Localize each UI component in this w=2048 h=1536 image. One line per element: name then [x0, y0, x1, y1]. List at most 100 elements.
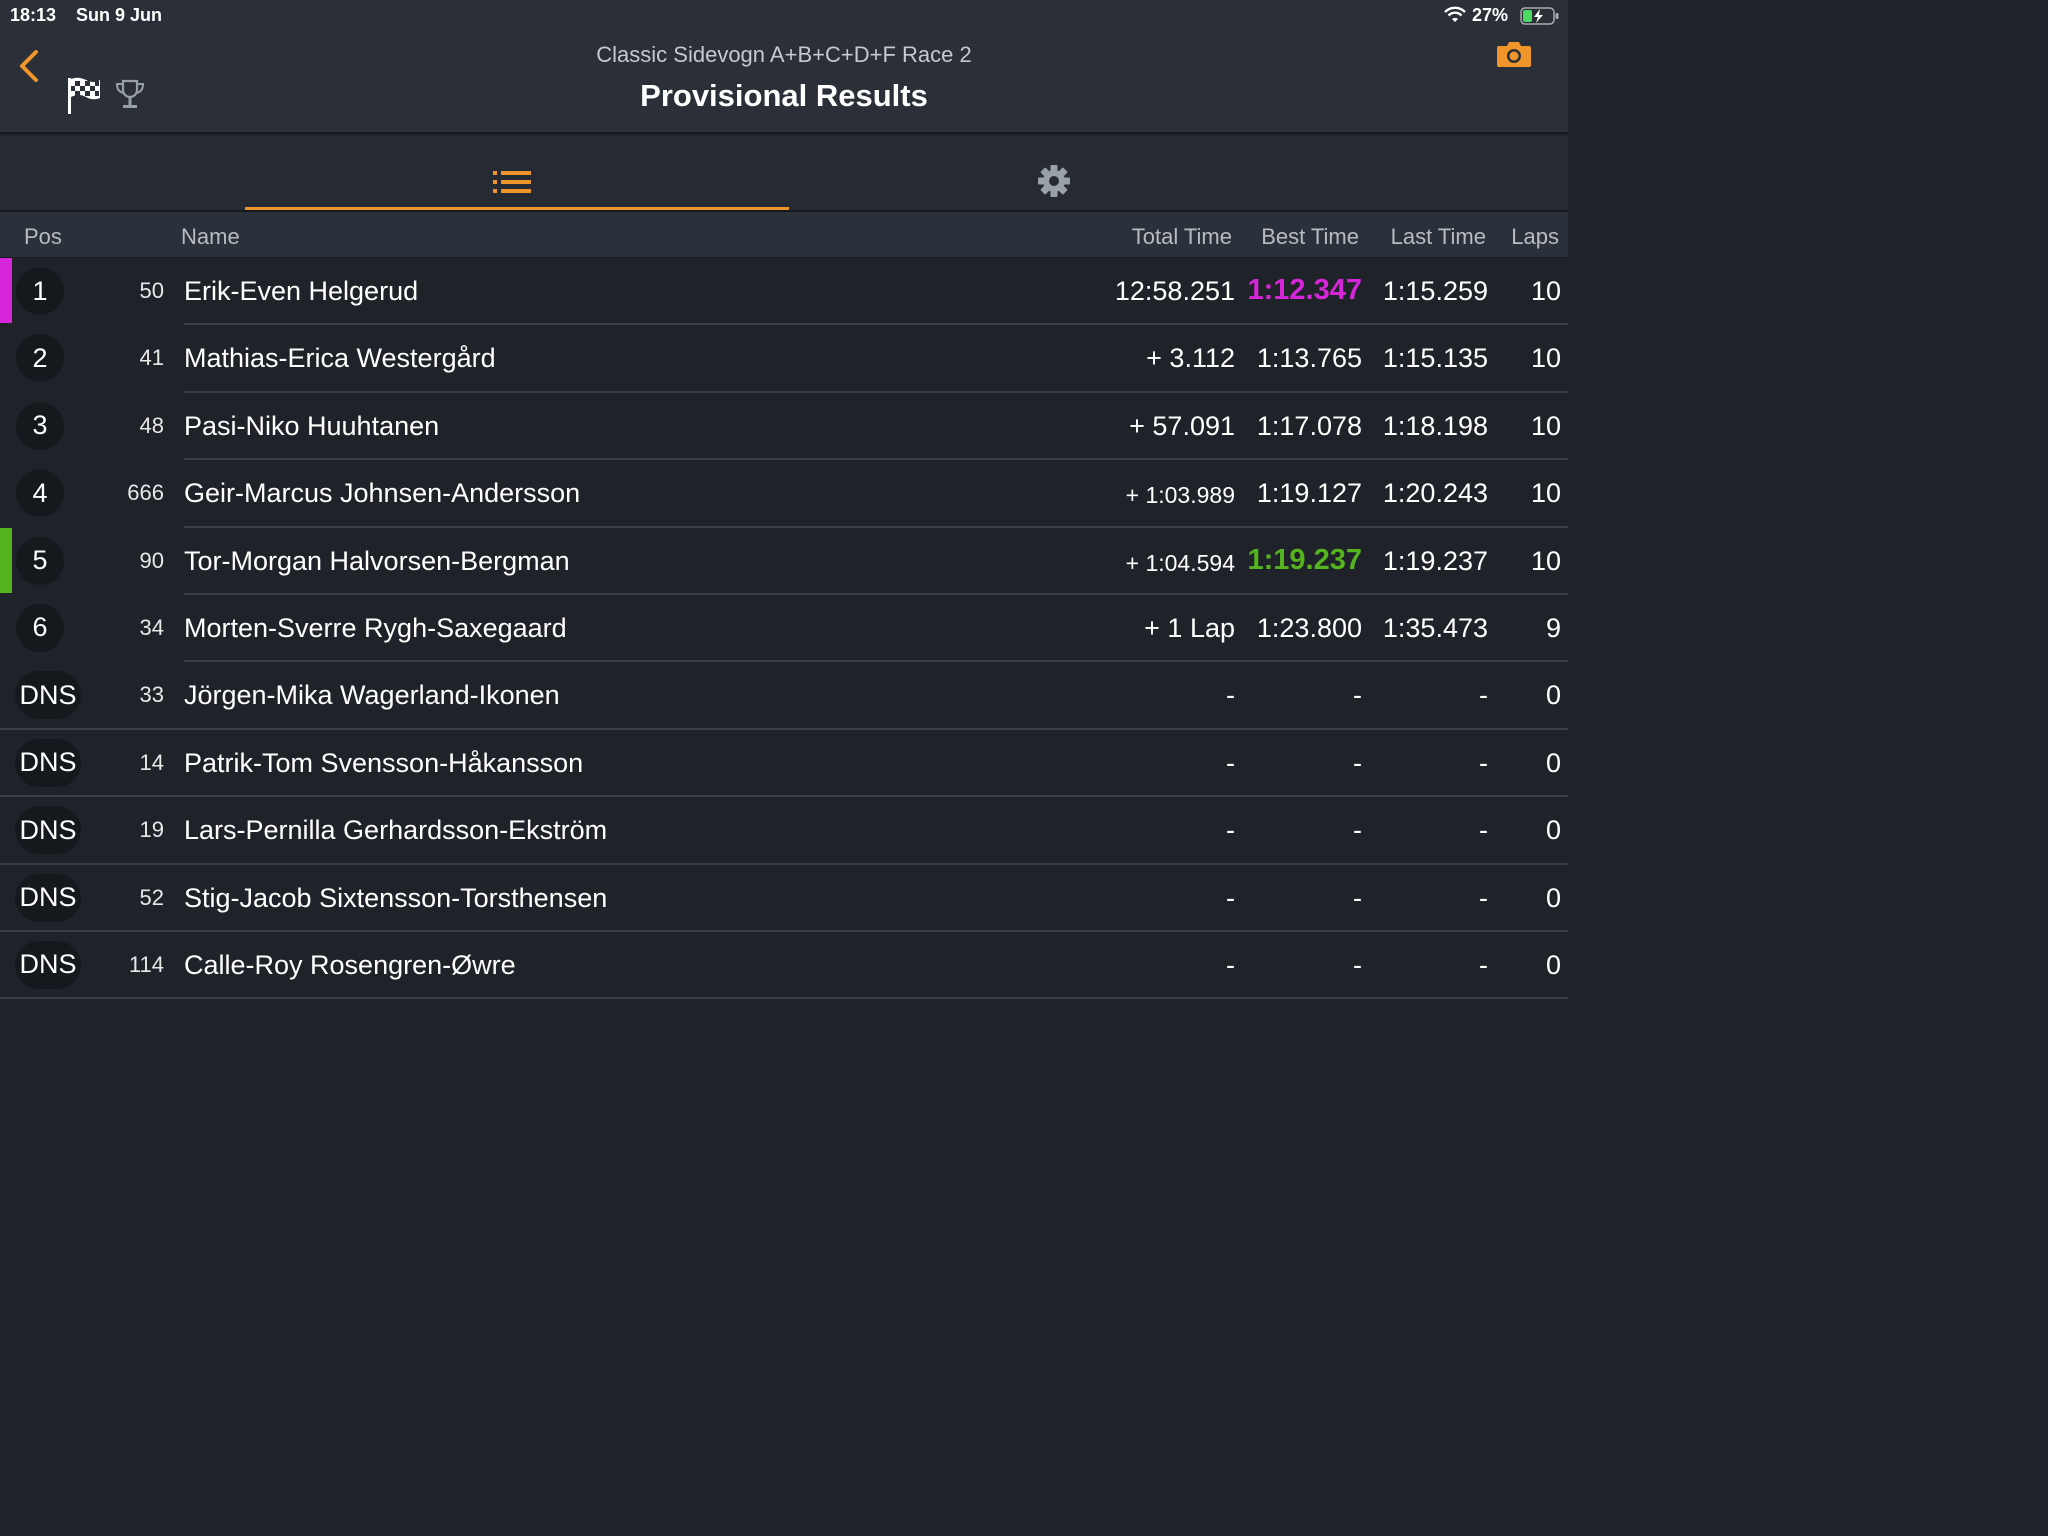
- total-time: + 3.112: [1146, 343, 1235, 374]
- best-time: -: [1353, 747, 1362, 778]
- table-row[interactable]: 4 666 Geir-Marcus Johnsen-Andersson + 1:03.…: [0, 460, 1568, 528]
- laps: 0: [1545, 747, 1561, 778]
- laps: 0: [1545, 949, 1561, 980]
- position-badge: DNS: [15, 671, 81, 720]
- laps: 10: [1530, 545, 1561, 576]
- table-row[interactable]: DNS 19 Lars-Pernilla Gerhardsson-Ekström - -…: [0, 797, 1568, 865]
- table-row[interactable]: 3 48 Pasi-Niko Huuhtanen + 57.091 1:17.078 1:…: [0, 393, 1568, 461]
- header-name[interactable]: Name: [181, 224, 240, 250]
- table-row[interactable]: DNS 14 Patrik-Tom Svensson-Håkansson - - - 0: [0, 730, 1568, 798]
- last-time: -: [1479, 680, 1488, 711]
- header-laps[interactable]: Laps: [1511, 224, 1559, 250]
- start-number: 34: [139, 614, 164, 640]
- best-time: -: [1353, 815, 1362, 846]
- driver-name: Tor-Morgan Halvorsen-Bergman: [184, 545, 570, 576]
- position-badge: DNS: [15, 806, 81, 855]
- header-total-time[interactable]: Total Time: [1132, 224, 1232, 250]
- header-pos[interactable]: Pos: [24, 224, 62, 250]
- last-time: 1:15.135: [1382, 343, 1488, 374]
- list-icon: [493, 171, 531, 193]
- row-divider: [184, 997, 1568, 1000]
- last-time: -: [1479, 882, 1488, 913]
- tab-settings[interactable]: [789, 136, 1319, 210]
- driver-name: Morten-Sverre Rygh-Saxegaard: [184, 612, 567, 643]
- driver-name: Calle-Roy Rosengren-Øwre: [184, 949, 516, 980]
- best-time: -: [1353, 680, 1362, 711]
- driver-name: Jörgen-Mika Wagerland-Ikonen: [184, 680, 560, 711]
- total-time: -: [1226, 815, 1235, 846]
- laps: 0: [1545, 815, 1561, 846]
- start-number: 114: [128, 951, 164, 977]
- last-time: 1:15.259: [1382, 276, 1488, 306]
- laps: 0: [1545, 680, 1561, 711]
- start-number: 52: [139, 884, 164, 910]
- table-row[interactable]: DNS 114 Calle-Roy Rosengren-Øwre - - - 0: [0, 932, 1568, 1000]
- table-row[interactable]: DNS 33 Jörgen-Mika Wagerland-Ikonen - - - 0: [0, 662, 1568, 730]
- driver-name: Patrik-Tom Svensson-Håkansson: [184, 747, 584, 778]
- best-time: 1:17.078: [1256, 410, 1362, 441]
- laps: 9: [1545, 612, 1561, 643]
- driver-name: Pasi-Niko Huuhtanen: [184, 410, 440, 441]
- tab-bar: [0, 136, 1568, 212]
- last-time: -: [1479, 747, 1488, 778]
- last-time: -: [1479, 949, 1488, 980]
- position-badge: 4: [16, 469, 64, 518]
- table-row[interactable]: 5 90 Tor-Morgan Halvorsen-Bergman + 1:04.59…: [0, 527, 1568, 595]
- total-time: + 57.091: [1129, 410, 1235, 441]
- wifi-icon: [1444, 6, 1466, 22]
- last-time: 1:20.243: [1382, 478, 1488, 509]
- laps: 10: [1530, 343, 1561, 374]
- total-time: + 1:03.989: [1125, 482, 1235, 509]
- total-time: -: [1226, 882, 1235, 913]
- tab-results-list[interactable]: [245, 136, 789, 210]
- laps: 10: [1530, 276, 1561, 306]
- best-time: -: [1353, 882, 1362, 913]
- start-number: 50: [139, 278, 164, 303]
- position-badge: DNS: [15, 940, 81, 989]
- start-number: 14: [139, 749, 164, 775]
- total-time: + 1:04.594: [1125, 549, 1235, 576]
- table-row[interactable]: 1 50 Erik-Even Helgerud 12:58.251 1:12.347 1:…: [0, 258, 1568, 326]
- page-title: Provisional Results: [640, 78, 928, 113]
- table-row[interactable]: 2 41 Mathias-Erica Westergård + 3.112 1:13.7…: [0, 325, 1568, 393]
- position-badge: 5: [16, 536, 64, 585]
- total-time: -: [1226, 949, 1235, 980]
- personal-best-marker: [0, 527, 12, 593]
- results-table: 1 50 Erik-Even Helgerud 12:58.251 1:12.347 1:…: [0, 258, 1568, 1000]
- best-time: 1:19.127: [1256, 478, 1362, 509]
- row-divider: [0, 997, 184, 1000]
- position-badge: 2: [16, 334, 64, 383]
- status-date: Sun 9 Jun: [76, 5, 163, 25]
- start-number: 33: [139, 682, 164, 708]
- start-number: 666: [127, 480, 164, 506]
- start-number: 48: [139, 412, 164, 438]
- laps: 10: [1530, 410, 1561, 441]
- header-last-time[interactable]: Last Time: [1391, 224, 1486, 250]
- position-badge: DNS: [15, 738, 81, 787]
- total-time: 12:58.251: [1114, 276, 1235, 306]
- last-time: 1:19.237: [1382, 545, 1488, 576]
- driver-name: Geir-Marcus Johnsen-Andersson: [184, 478, 581, 509]
- battery-charging-icon: [1520, 7, 1559, 25]
- last-time: 1:18.198: [1382, 410, 1488, 441]
- gear-icon: [1038, 165, 1070, 197]
- total-time: + 1 Lap: [1144, 612, 1235, 643]
- position-badge: 1: [16, 267, 64, 315]
- position-badge: 3: [16, 401, 64, 450]
- camera-icon[interactable]: [1496, 39, 1532, 69]
- start-number: 41: [139, 345, 164, 371]
- total-time: -: [1226, 680, 1235, 711]
- table-row[interactable]: 6 34 Morten-Sverre Rygh-Saxegaard + 1 Lap 1:…: [0, 595, 1568, 663]
- position-badge: 6: [16, 603, 64, 652]
- start-number: 19: [139, 817, 164, 843]
- race-subtitle: Classic Sidevogn A+B+C+D+F Race 2: [596, 42, 972, 67]
- driver-name: Stig-Jacob Sixtensson-Torsthensen: [184, 882, 608, 913]
- best-time: 1:12.347: [1247, 274, 1363, 306]
- laps: 0: [1545, 882, 1561, 913]
- position-badge: DNS: [15, 873, 81, 922]
- last-time: 1:35.473: [1382, 612, 1488, 643]
- header-best-time[interactable]: Best Time: [1261, 224, 1359, 250]
- table-row[interactable]: DNS 52 Stig-Jacob Sixtensson-Torsthensen - -…: [0, 865, 1568, 932]
- driver-name: Lars-Pernilla Gerhardsson-Ekström: [184, 815, 608, 846]
- start-number: 90: [139, 547, 164, 573]
